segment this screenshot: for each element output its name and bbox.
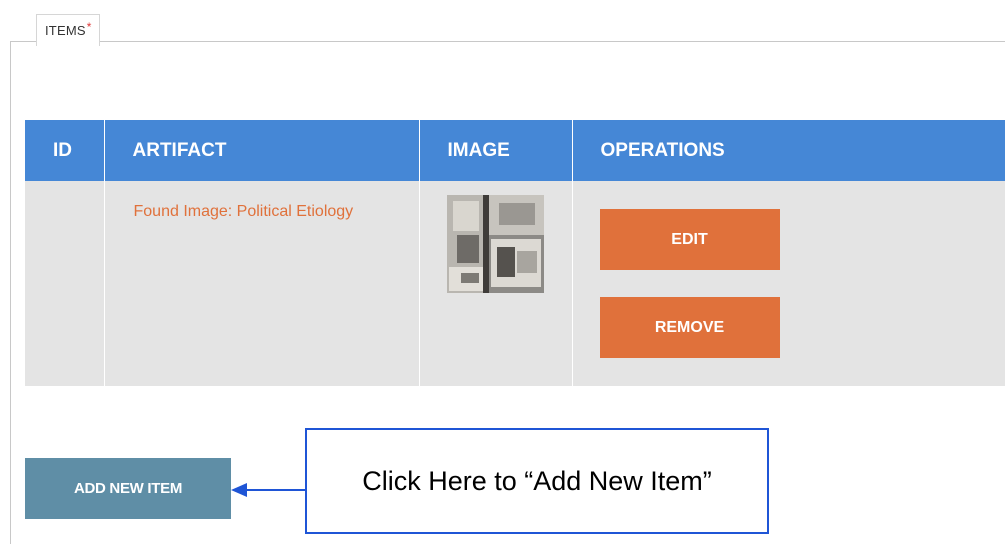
cell-artifact: Found Image: Political Etiology [104,181,420,386]
items-legend-label: ITEMS [45,22,86,38]
artifact-title-link[interactable]: Found Image: Political Etiology [134,199,364,224]
instruction-callout: Click Here to “Add New Item” [305,428,769,534]
callout-text: Click Here to “Add New Item” [362,465,712,496]
fieldset-border-left [10,41,11,544]
items-legend: ITEMS * [36,14,100,46]
items-table: ID ARTIFACT IMAGE OPERATIONS Found Image… [25,120,1005,386]
cell-operations: EDIT REMOVE [572,181,1005,386]
items-form-section: ITEMS * ID ARTIFACT IMAGE OPERATIONS Foun… [0,0,1005,544]
arrow-left-icon [231,483,307,497]
remove-button[interactable]: REMOVE [599,297,780,358]
artifact-thumbnail[interactable] [446,195,544,293]
required-marker: * [86,19,92,34]
cell-image [419,181,573,386]
fieldset-border-top [10,41,1005,42]
table-header-row: ID ARTIFACT IMAGE OPERATIONS [25,120,1005,181]
header-image: IMAGE [419,120,573,181]
header-id: ID [25,120,105,181]
edit-button[interactable]: EDIT [599,209,780,270]
header-operations: OPERATIONS [572,120,1005,181]
header-artifact: ARTIFACT [104,120,420,181]
table-row: Found Image: Political Etiology EDIT REM… [25,181,1005,386]
add-new-item-button[interactable]: ADD NEW ITEM [25,458,231,519]
cell-id [25,181,105,386]
